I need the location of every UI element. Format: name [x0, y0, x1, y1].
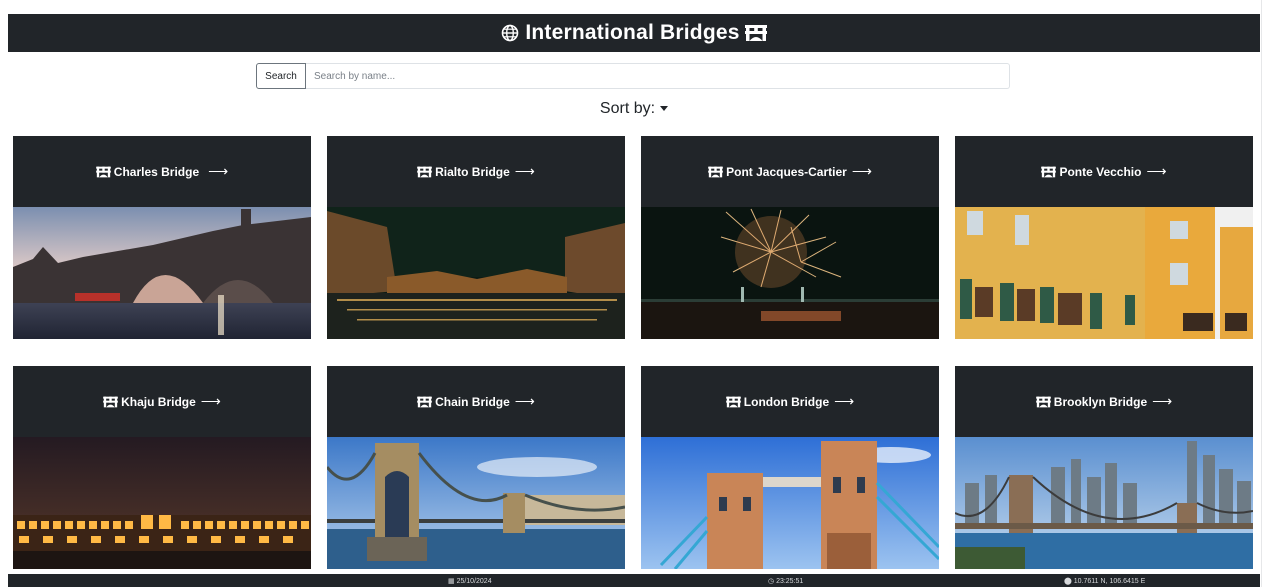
- arrow-right-icon: ⟶: [208, 163, 229, 179]
- calendar-icon: ▦: [448, 578, 457, 585]
- bridge-icon: [417, 166, 432, 177]
- bridge-card-charles[interactable]: Charles Bridge ⟶: [13, 136, 311, 339]
- search-button[interactable]: Search: [256, 63, 306, 89]
- bridge-icon: [95, 166, 111, 177]
- bridge-card-khaju[interactable]: Khaju Bridge ⟶: [13, 366, 311, 569]
- bridge-card-rialto[interactable]: Rialto Bridge ⟶: [327, 136, 625, 339]
- page-title: International Bridges: [525, 21, 740, 44]
- footer-coords: ⬤ 10.7611 N, 106.6415 E: [1064, 578, 1146, 585]
- card-header: Chain Bridge ⟶: [327, 366, 625, 437]
- arrow-right-icon: ⟶: [514, 393, 535, 409]
- card-title: Charles Bridge: [113, 164, 200, 179]
- card-header: London Bridge ⟶: [641, 366, 939, 437]
- app-header: International Bridges: [8, 14, 1260, 52]
- card-header: Pont Jacques-Cartier ⟶: [641, 136, 939, 207]
- clock-icon: ◷: [768, 578, 777, 585]
- sort-label: Sort by:: [599, 100, 656, 117]
- bridge-card-brooklyn[interactable]: Brooklyn Bridge ⟶: [955, 366, 1253, 569]
- card-header: Charles Bridge ⟶: [13, 136, 311, 207]
- arrow-right-icon: ⟶: [1146, 163, 1167, 179]
- bridge-icon: [103, 396, 118, 407]
- card-title: Khaju Bridge: [121, 394, 196, 409]
- arrow-right-icon: ⟶: [514, 163, 535, 179]
- footer-date: ▦ 25/10/2024: [448, 578, 492, 585]
- bridge-card-london[interactable]: London Bridge ⟶: [641, 366, 939, 569]
- ponte-vecchio-photo: [955, 207, 1253, 339]
- arrow-right-icon: ⟶: [200, 393, 221, 409]
- arrow-right-icon: ⟶: [1152, 393, 1173, 409]
- bridge-icon: [744, 25, 767, 41]
- bridge-icon: [725, 396, 741, 407]
- search-input[interactable]: [306, 63, 1010, 89]
- footer-time: ◷ 23:25:51: [768, 578, 804, 585]
- page: International Bridges Search Sort by: Ch…: [8, 14, 1260, 587]
- card-title: Chain Bridge: [435, 394, 510, 409]
- arrow-right-icon: ⟶: [834, 393, 855, 409]
- card-title: London Bridge: [743, 394, 830, 409]
- status-footer: ▦ 25/10/2024 ◷ 23:25:51 ⬤ 10.7611 N, 106…: [8, 574, 1260, 587]
- card-header: Rialto Bridge ⟶: [327, 136, 625, 207]
- khaju-bridge-photo: [13, 437, 311, 569]
- arrow-right-icon: ⟶: [851, 163, 872, 179]
- bridge-card-ponte-vecchio[interactable]: Ponte Vecchio ⟶: [955, 136, 1253, 339]
- bridge-icon: [1041, 166, 1057, 177]
- caret-down-icon: [660, 106, 669, 112]
- bridge-card-jacques-cartier[interactable]: Pont Jacques-Cartier ⟶: [641, 136, 939, 339]
- card-header: Brooklyn Bridge ⟶: [955, 366, 1253, 437]
- bridge-icon: [708, 166, 723, 177]
- london-bridge-photo: [641, 437, 939, 569]
- card-title: Rialto Bridge: [435, 164, 510, 179]
- card-header: Ponte Vecchio ⟶: [955, 136, 1253, 207]
- card-title: Pont Jacques-Cartier: [726, 164, 847, 179]
- card-title: Brooklyn Bridge: [1053, 394, 1148, 409]
- bridge-icon: [1035, 396, 1051, 407]
- rialto-bridge-photo: [327, 207, 625, 339]
- sort-dropdown[interactable]: Sort by:: [8, 100, 1260, 118]
- charles-bridge-photo: [13, 207, 311, 339]
- card-title: Ponte Vecchio: [1059, 164, 1142, 179]
- bridge-card-chain[interactable]: Chain Bridge ⟶: [327, 366, 625, 569]
- brooklyn-bridge-photo: [955, 437, 1253, 569]
- card-header: Khaju Bridge ⟶: [13, 366, 311, 437]
- pont-jacques-cartier-photo: [641, 207, 939, 339]
- bridge-icon: [417, 396, 432, 407]
- globe-icon: [502, 24, 519, 42]
- search-bar: Search: [256, 63, 1010, 89]
- map-pin-icon: ⬤: [1064, 578, 1074, 585]
- chain-bridge-photo: [327, 437, 625, 569]
